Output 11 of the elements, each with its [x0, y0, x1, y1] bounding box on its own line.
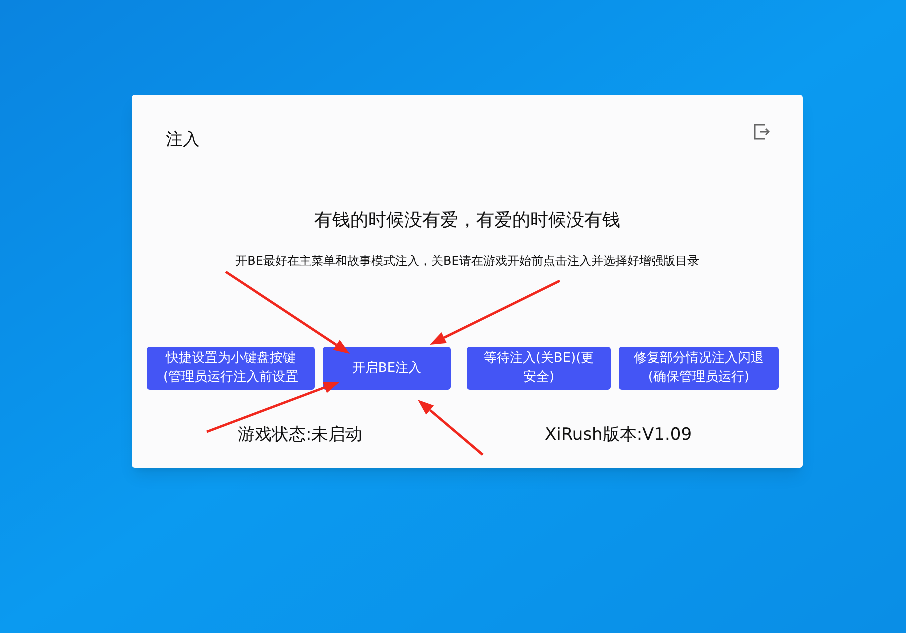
action-button[interactable]: 开启BE注入 [323, 346, 451, 390]
action-button[interactable]: 等待注入(关BE)(更 安全) [467, 346, 611, 390]
annotation-arrow [418, 400, 484, 456]
hint-text: 开BE最好在主菜单和故事模式注入，关BE请在游戏开始前点击注入并选择好增强版目录 [234, 252, 700, 270]
version-label: XiRush版本:V1.09 [544, 424, 692, 446]
game-status: 游戏状态:未启动 [237, 424, 364, 446]
action-button[interactable]: 修复部分情况注入闪退 (确保管理员运行) [619, 346, 779, 390]
headline: 有钱的时候没有爱，有爱的时候没有钱 [314, 208, 622, 232]
action-button[interactable]: 快捷设置为小键盘按键 (管理员运行注入前设置 [147, 346, 315, 390]
exit-icon[interactable] [753, 123, 771, 141]
window-title: 注入 [166, 129, 200, 152]
